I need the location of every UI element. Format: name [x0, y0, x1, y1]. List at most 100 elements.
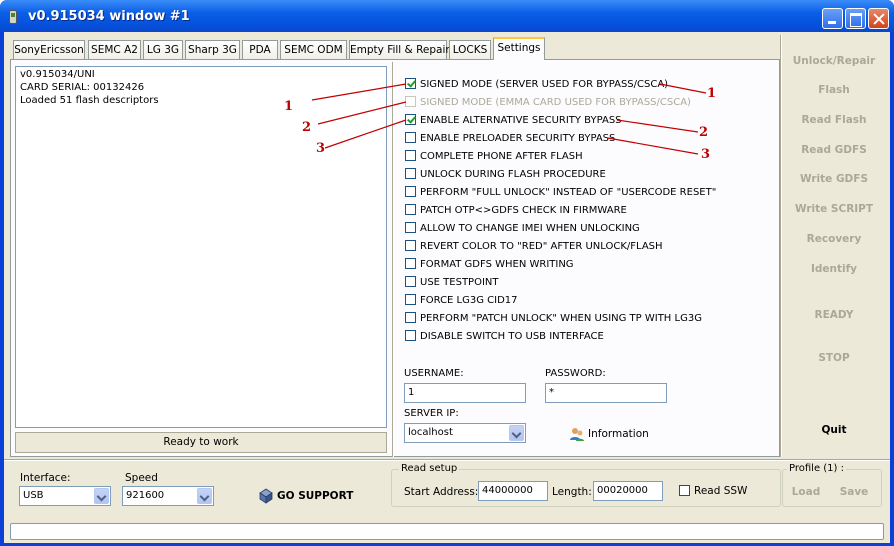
- users-icon: [570, 428, 584, 441]
- checkbox[interactable]: [405, 186, 416, 197]
- password-label: PASSWORD:: [545, 368, 606, 379]
- option-use-testpoint[interactable]: USE TESTPOINT: [405, 276, 499, 290]
- option-allow-change-imei[interactable]: ALLOW TO CHANGE IMEI WHEN UNLOCKING: [405, 222, 640, 236]
- checkbox[interactable]: [405, 312, 416, 323]
- load-button[interactable]: Load: [791, 486, 821, 498]
- annotation-right-1: 1: [707, 86, 717, 101]
- option-force-lg3g-cid17[interactable]: FORCE LG3G CID17: [405, 294, 518, 308]
- read-setup-title: Read setup: [399, 463, 460, 474]
- stop-button[interactable]: STOP: [784, 352, 884, 364]
- chevron-down-icon[interactable]: [94, 488, 109, 504]
- option-revert-color-red[interactable]: REVERT COLOR TO "RED" AFTER UNLOCK/FLASH: [405, 240, 663, 254]
- length-input[interactable]: 00020000: [593, 481, 663, 501]
- checkbox[interactable]: [405, 150, 416, 161]
- side-panel-divider: [780, 35, 782, 457]
- support-icon: [259, 488, 273, 504]
- title-bar[interactable]: v0.915034 window #1: [0, 0, 894, 32]
- interface-label: Interface:: [20, 472, 71, 484]
- go-support-link[interactable]: GO SUPPORT: [277, 490, 353, 502]
- information-link[interactable]: Information: [588, 428, 649, 440]
- option-patch-unlock-tp-lg3g[interactable]: PERFORM "PATCH UNLOCK" WHEN USING TP WIT…: [405, 312, 702, 326]
- interface-select[interactable]: USB: [19, 486, 111, 506]
- client-area: SonyEricsson SEMC A2 LG 3G Sharp 3G PDA …: [4, 32, 890, 543]
- log-line: v0.915034/UNI: [20, 69, 95, 80]
- option-patch-otp-gdfs[interactable]: PATCH OTP<>GDFS CHECK IN FIRMWARE: [405, 204, 627, 218]
- window-title: v0.915034 window #1: [28, 9, 190, 24]
- checkbox[interactable]: [405, 168, 416, 179]
- chevron-down-icon[interactable]: [509, 425, 524, 441]
- password-input[interactable]: *: [545, 383, 667, 403]
- log-output[interactable]: v0.915034/UNI CARD SERIAL: 00132426 Load…: [15, 66, 387, 428]
- tab-locks[interactable]: LOCKS: [449, 40, 491, 59]
- annotation-left-2: 2: [302, 120, 312, 135]
- tab-empty-fill-repair[interactable]: Empty Fill & Repair: [349, 40, 450, 59]
- length-label: Length:: [552, 486, 592, 498]
- phone-icon: [9, 10, 17, 24]
- checkbox[interactable]: [405, 240, 416, 251]
- option-preloader-security-bypass[interactable]: ENABLE PRELOADER SECURITY BYPASS: [405, 132, 615, 146]
- maximize-button[interactable]: [845, 8, 866, 29]
- tab-semc-a2[interactable]: SEMC A2: [88, 40, 141, 59]
- option-disable-usb-switch[interactable]: DISABLE SWITCH TO USB INTERFACE: [405, 330, 604, 344]
- read-ssw-option[interactable]: Read SSW: [679, 484, 747, 498]
- status-panel: Ready to work: [15, 432, 387, 453]
- tab-pda[interactable]: PDA: [242, 40, 278, 59]
- write-gdfs-button[interactable]: Write GDFS: [784, 173, 884, 185]
- checkbox[interactable]: [405, 276, 416, 287]
- tab-settings[interactable]: Settings: [493, 37, 545, 60]
- server-ip-select[interactable]: localhost: [404, 423, 526, 443]
- username-input[interactable]: 1: [404, 383, 526, 403]
- checkbox[interactable]: [405, 294, 416, 305]
- speed-select[interactable]: 921600: [122, 486, 214, 506]
- checkbox[interactable]: [405, 330, 416, 341]
- read-flash-button[interactable]: Read Flash: [784, 114, 884, 126]
- option-unlock-during-flash[interactable]: UNLOCK DURING FLASH PROCEDURE: [405, 168, 606, 182]
- tab-sharp-3g[interactable]: Sharp 3G: [185, 40, 240, 59]
- flash-button[interactable]: Flash: [784, 84, 884, 96]
- checkbox: [405, 96, 416, 107]
- annotation-right-2: 2: [699, 125, 709, 140]
- annotation-left-1: 1: [284, 99, 294, 114]
- recovery-button[interactable]: Recovery: [784, 233, 884, 245]
- app-window: v0.915034 window #1 SonyEricsson SEMC A2…: [0, 0, 894, 546]
- read-gdfs-button[interactable]: Read GDFS: [784, 144, 884, 156]
- profile-title: Profile (1) :: [787, 463, 846, 474]
- start-address-label: Start Address:: [404, 486, 479, 498]
- checkbox[interactable]: [405, 222, 416, 233]
- option-alternative-security-bypass[interactable]: ENABLE ALTERNATIVE SECURITY BYPASS: [405, 114, 622, 128]
- status-bar: [10, 523, 884, 540]
- checkbox[interactable]: [405, 78, 416, 89]
- option-format-gdfs[interactable]: FORMAT GDFS WHEN WRITING: [405, 258, 574, 272]
- checkbox[interactable]: [679, 485, 690, 496]
- ready-button[interactable]: READY: [784, 309, 884, 321]
- server-ip-label: SERVER IP:: [404, 408, 459, 419]
- annotation-left-3: 3: [316, 141, 326, 156]
- option-signed-mode-server[interactable]: SIGNED MODE (SERVER USED FOR BYPASS/CSCA…: [405, 78, 668, 92]
- unlock-repair-button[interactable]: Unlock/Repair: [784, 55, 884, 67]
- annotation-right-3: 3: [701, 147, 711, 162]
- save-button[interactable]: Save: [838, 486, 870, 498]
- option-complete-phone-after-flash[interactable]: COMPLETE PHONE AFTER FLASH: [405, 150, 583, 164]
- username-label: USERNAME:: [404, 368, 464, 379]
- close-button[interactable]: [868, 8, 889, 29]
- vertical-divider: [392, 62, 394, 457]
- chevron-down-icon[interactable]: [197, 488, 212, 504]
- minimize-button[interactable]: [822, 8, 843, 29]
- checkbox[interactable]: [405, 204, 416, 215]
- checkbox[interactable]: [405, 114, 416, 125]
- log-line: CARD SERIAL: 00132426: [20, 82, 145, 93]
- write-script-button[interactable]: Write SCRIPT: [784, 203, 884, 215]
- tab-lg-3g[interactable]: LG 3G: [143, 40, 183, 59]
- identify-button[interactable]: Identify: [784, 263, 884, 275]
- start-address-input[interactable]: 44000000: [478, 481, 548, 501]
- log-line: Loaded 51 flash descriptors: [20, 95, 159, 106]
- option-full-unlock[interactable]: PERFORM "FULL UNLOCK" INSTEAD OF "USERCO…: [405, 186, 716, 200]
- option-signed-mode-emma: SIGNED MODE (EMMA CARD USED FOR BYPASS/C…: [405, 96, 691, 110]
- checkbox[interactable]: [405, 258, 416, 269]
- tab-semc-odm[interactable]: SEMC ODM: [280, 40, 347, 59]
- checkbox[interactable]: [405, 132, 416, 143]
- bottom-divider: [4, 459, 890, 461]
- speed-label: Speed: [125, 472, 158, 484]
- quit-button[interactable]: Quit: [784, 424, 884, 436]
- tab-sonyericsson[interactable]: SonyEricsson: [13, 40, 85, 59]
